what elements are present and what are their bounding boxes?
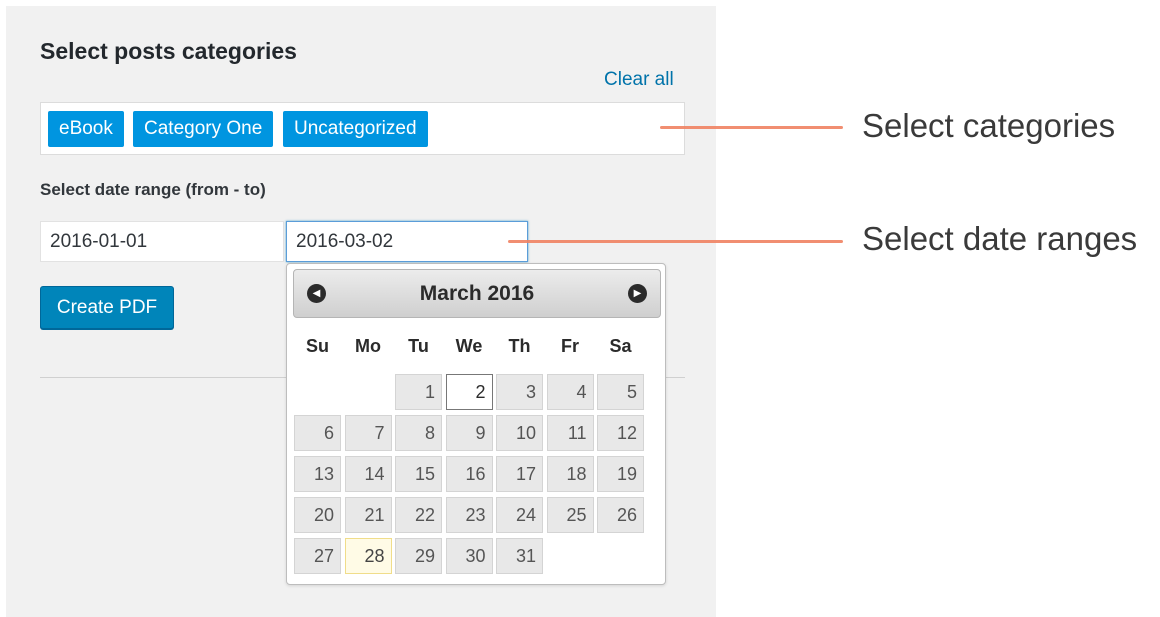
calendar-day-2[interactable]: 2 bbox=[445, 374, 493, 410]
calendar-day-30[interactable]: 30 bbox=[445, 538, 493, 574]
calendar-day-17[interactable]: 17 bbox=[496, 456, 543, 492]
calendar-day-13[interactable]: 13 bbox=[294, 456, 341, 492]
calendar-day-18[interactable]: 18 bbox=[546, 456, 594, 492]
calendar-day-20[interactable]: 20 bbox=[294, 497, 341, 533]
weekday-we: We bbox=[455, 336, 483, 356]
create-pdf-button[interactable]: Create PDF bbox=[40, 286, 174, 329]
calendar-day-22[interactable]: 22 bbox=[395, 497, 442, 533]
calendar-day-23[interactable]: 23 bbox=[445, 497, 493, 533]
calendar-day-15[interactable]: 15 bbox=[395, 456, 442, 492]
dates-annotation-line bbox=[508, 240, 843, 243]
date-range-label: Select date range (from - to) bbox=[40, 180, 266, 199]
section-title: Select posts categories bbox=[40, 38, 297, 64]
calendar-day-3[interactable]: 3 bbox=[496, 374, 543, 410]
calendar-day-12[interactable]: 12 bbox=[597, 415, 644, 451]
datepicker-popup: ◀ March 2016 ▶ Su Mo Tu We Th Fr Sa 1234567891… bbox=[286, 263, 666, 585]
date-from-input[interactable] bbox=[40, 221, 284, 262]
calendar-day-10[interactable]: 10 bbox=[496, 415, 543, 451]
category-select-box[interactable]: eBook Category One Uncategorized bbox=[40, 102, 685, 155]
dates-annotation: Select date ranges bbox=[862, 220, 1138, 257]
calendar-day-25[interactable]: 25 bbox=[546, 497, 594, 533]
calendar-day-9[interactable]: 9 bbox=[445, 415, 493, 451]
next-month-icon[interactable]: ▶ bbox=[628, 284, 647, 303]
calendar-day-21[interactable]: 21 bbox=[344, 497, 392, 533]
calendar-day-7[interactable]: 7 bbox=[344, 415, 392, 451]
month-year-title: March 2016 bbox=[419, 282, 535, 305]
calendar-day-31[interactable]: 31 bbox=[496, 538, 543, 574]
weekday-tu: Tu bbox=[408, 336, 429, 356]
calendar-day-11[interactable]: 11 bbox=[546, 415, 594, 451]
weekday-sa: Sa bbox=[609, 336, 632, 356]
weekday-th: Th bbox=[508, 336, 531, 356]
calendar-day-4[interactable]: 4 bbox=[546, 374, 594, 410]
weekday-su: Su bbox=[305, 336, 329, 356]
calendar-day-26[interactable]: 26 bbox=[597, 497, 644, 533]
categories-annotation-line bbox=[660, 126, 843, 129]
weekday-fr: Fr bbox=[561, 336, 579, 356]
calendar-day-1[interactable]: 1 bbox=[395, 374, 442, 410]
datepicker-header: ◀ March 2016 ▶ bbox=[293, 269, 661, 318]
calendar-day-8[interactable]: 8 bbox=[395, 415, 442, 451]
category-tag-category-one[interactable]: Category One bbox=[133, 111, 274, 147]
date-to-input[interactable] bbox=[286, 221, 528, 262]
clear-all-link[interactable]: Clear all bbox=[604, 69, 674, 91]
category-tag-ebook[interactable]: eBook bbox=[48, 111, 124, 147]
calendar-day-19[interactable]: 19 bbox=[597, 456, 644, 492]
calendar-day-14[interactable]: 14 bbox=[344, 456, 392, 492]
calendar-day-28[interactable]: 28 bbox=[344, 538, 392, 574]
calendar-day-16[interactable]: 16 bbox=[445, 456, 493, 492]
calendar-day-27[interactable]: 27 bbox=[294, 538, 341, 574]
calendar-day-24[interactable]: 24 bbox=[496, 497, 543, 533]
calendar-day-6[interactable]: 6 bbox=[294, 415, 341, 451]
weekday-mo: Mo bbox=[355, 336, 381, 356]
calendar-day-29[interactable]: 29 bbox=[395, 538, 442, 574]
category-tag-uncategorized[interactable]: Uncategorized bbox=[283, 111, 428, 147]
categories-annotation: Select categories bbox=[862, 107, 1116, 144]
calendar-day-5[interactable]: 5 bbox=[597, 374, 644, 410]
